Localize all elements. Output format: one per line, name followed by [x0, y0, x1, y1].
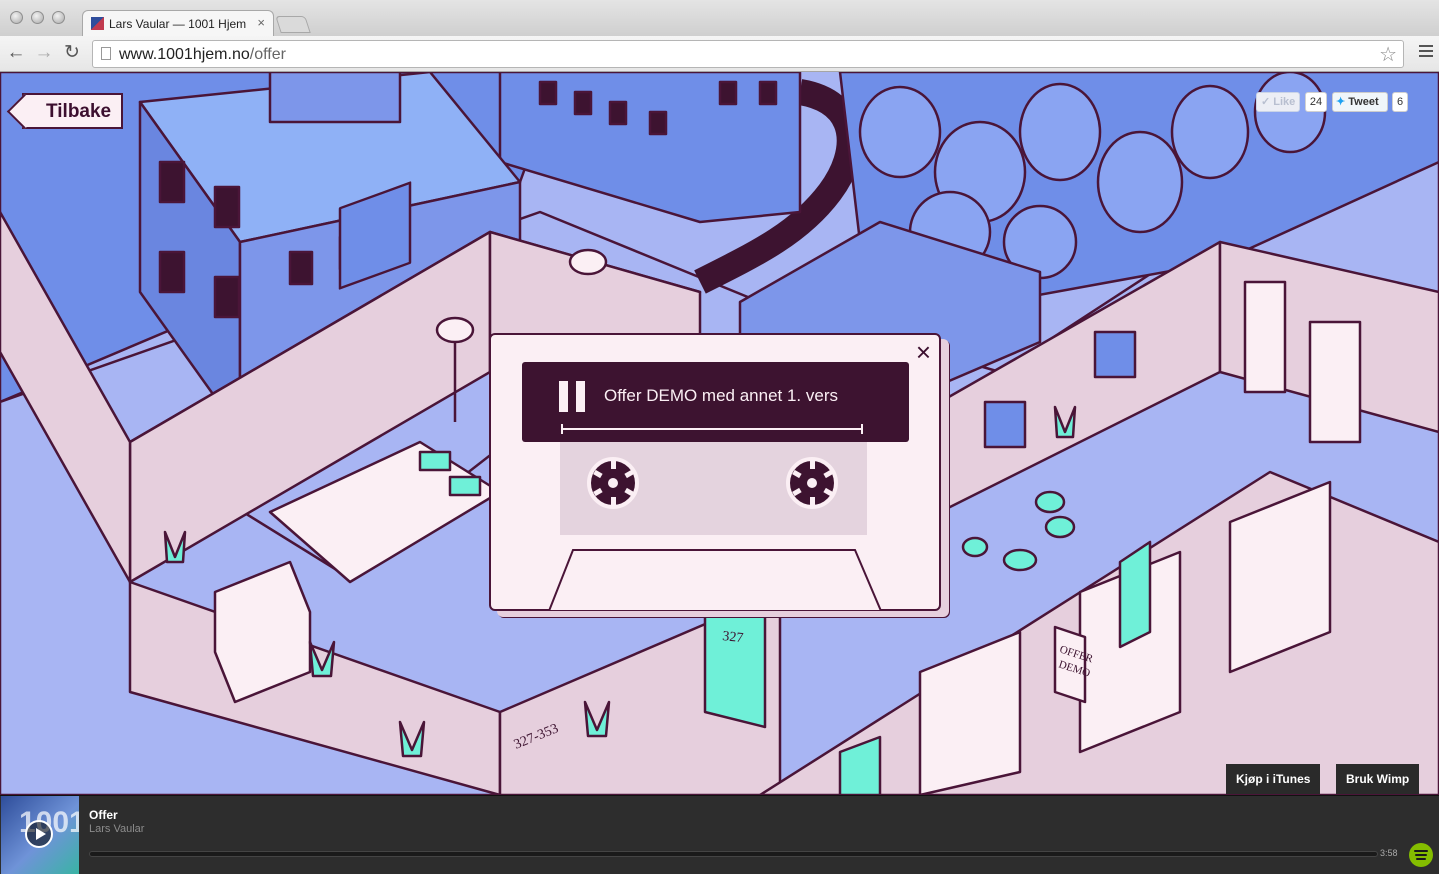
new-tab-button[interactable]: [275, 16, 311, 33]
tab-close-icon[interactable]: ×: [257, 15, 265, 30]
address-bar[interactable]: www.1001hjem.no/offer ☆: [92, 40, 1404, 68]
window-zoom-button[interactable]: [52, 11, 65, 24]
window-minimize-button[interactable]: [31, 11, 44, 24]
browser-tab[interactable]: Lars Vaular — 1001 Hjem ×: [82, 10, 274, 37]
cassette-player-modal: × Offer DEMO med annet 1. vers: [489, 333, 941, 611]
cassette-label: Offer DEMO med annet 1. vers: [522, 362, 909, 442]
music-player-bar: 1001 Offer Lars Vaular 3:58: [0, 795, 1439, 874]
track-title: Offer DEMO med annet 1. vers: [604, 386, 838, 405]
cassette-window: [560, 442, 867, 535]
tweet-count: 6: [1392, 92, 1408, 112]
pause-icon[interactable]: [559, 381, 585, 412]
spotify-icon[interactable]: [1409, 843, 1433, 867]
track-progress-bar[interactable]: [561, 424, 863, 434]
right-reel: [786, 457, 838, 509]
forward-arrow-icon[interactable]: →: [32, 41, 56, 65]
back-arrow-icon[interactable]: ←: [4, 41, 28, 65]
svg-text:327: 327: [722, 629, 744, 646]
use-wimp-button[interactable]: Bruk Wimp: [1336, 764, 1420, 794]
buy-itunes-button[interactable]: Kjøp i iTunes: [1226, 764, 1321, 794]
tab-title: Lars Vaular — 1001 Hjem: [109, 17, 247, 31]
player-track-title: Offer: [89, 808, 118, 822]
facebook-like-button[interactable]: ✓ Like: [1256, 92, 1300, 112]
like-count: 24: [1305, 92, 1327, 112]
back-button[interactable]: Tilbake: [22, 93, 124, 129]
reload-icon[interactable]: ↻: [60, 41, 84, 65]
site-favicon-icon: [91, 17, 104, 30]
tweet-button[interactable]: ✦ Tweet: [1332, 92, 1388, 112]
window-close-button[interactable]: [10, 11, 23, 24]
twitter-bird-icon: ✦: [1336, 96, 1346, 108]
browser-toolbar: ← → ↻ www.1001hjem.no/offer ☆: [0, 36, 1439, 72]
browser-tab-bar: Lars Vaular — 1001 Hjem ×: [0, 0, 1439, 37]
illustration-viewport[interactable]: 327 327-353 OFFER DEMO Tilbake ✓ Like 24…: [0, 72, 1439, 795]
player-duration: 3:58: [1380, 848, 1398, 858]
player-artist: Lars Vaular: [89, 823, 145, 835]
url-text[interactable]: www.1001hjem.no/offer: [119, 46, 286, 64]
page-icon: [101, 47, 111, 60]
player-progress-bar[interactable]: [89, 851, 1378, 857]
close-icon[interactable]: ×: [916, 338, 931, 366]
album-cover: 1001: [1, 796, 79, 874]
bookmark-star-icon[interactable]: ☆: [1379, 42, 1397, 67]
play-icon[interactable]: [25, 820, 53, 848]
menu-icon[interactable]: [1419, 45, 1433, 60]
left-reel: [587, 457, 639, 509]
cassette-tape-guard: [548, 549, 882, 611]
